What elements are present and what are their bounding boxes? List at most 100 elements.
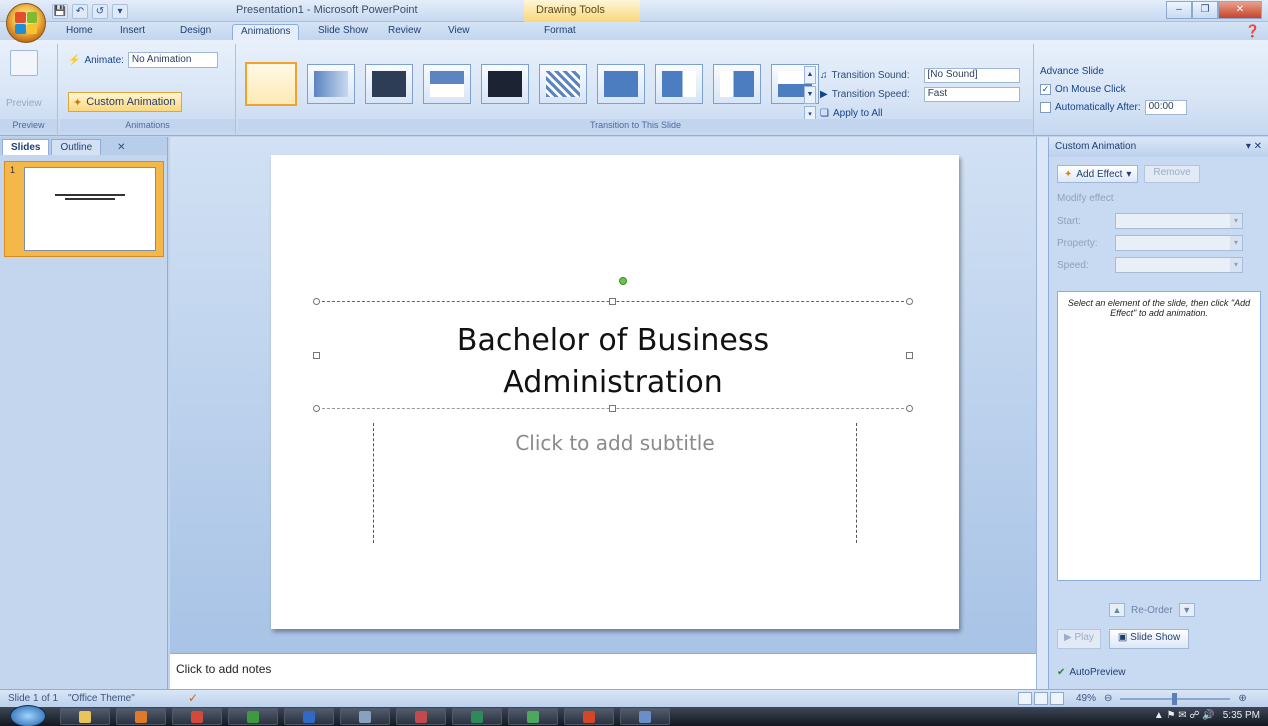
- save-icon[interactable]: 💾: [52, 4, 68, 19]
- transition-cut-thumb[interactable]: [481, 64, 529, 104]
- taskbar-app-word[interactable]: [284, 708, 334, 725]
- clock[interactable]: 5:35 PM: [1223, 710, 1260, 721]
- taskbar-app-excel[interactable]: [452, 708, 502, 725]
- ribbon: Preview Preview ⚡ Animate: No Animation …: [0, 40, 1268, 136]
- start-dropdown[interactable]: [1115, 213, 1243, 229]
- help-icon[interactable]: ❓: [1245, 24, 1260, 38]
- tab-design[interactable]: Design: [172, 24, 219, 40]
- start-button[interactable]: [10, 705, 46, 726]
- tab-animations[interactable]: Animations: [232, 24, 300, 40]
- transition-none-thumb[interactable]: [245, 62, 297, 106]
- transition-sound-dropdown[interactable]: [No Sound]: [923, 67, 1020, 83]
- slide-show-button[interactable]: ▣ Slide Show: [1108, 629, 1190, 649]
- taskbar-app-tool[interactable]: [340, 708, 390, 725]
- resize-handle[interactable]: [609, 298, 616, 305]
- subtitle-placeholder-text[interactable]: Click to add subtitle: [374, 431, 856, 455]
- resize-handle[interactable]: [313, 405, 320, 412]
- undo-icon[interactable]: ↶: [72, 4, 88, 19]
- add-effect-button[interactable]: ✦ Add Effect ▾: [1057, 165, 1139, 183]
- transition-push-down-thumb[interactable]: [597, 64, 645, 104]
- office-button[interactable]: [6, 3, 46, 43]
- transition-dark-thumb[interactable]: [365, 64, 413, 104]
- remove-effect-button[interactable]: Remove: [1144, 165, 1200, 183]
- on-mouse-click-checkbox[interactable]: ✓: [1040, 83, 1051, 95]
- taskbar-app-browser[interactable]: [172, 708, 222, 725]
- transition-push-right-thumb[interactable]: [713, 64, 761, 104]
- gallery-down-icon[interactable]: ▼: [804, 86, 816, 104]
- taskbar-app-powerpoint[interactable]: [564, 708, 614, 725]
- taskbar-app-window[interactable]: [620, 708, 670, 725]
- task-pane-close-icon[interactable]: ▾ ✕: [1246, 141, 1262, 153]
- slide-thumbnail-row[interactable]: 1: [0, 159, 168, 257]
- taskbar-app-chrome[interactable]: [228, 708, 278, 725]
- animation-list[interactable]: Select an element of the slide, then cli…: [1057, 291, 1261, 581]
- vertical-scrollbar[interactable]: [1036, 137, 1048, 689]
- normal-view-icon[interactable]: [1018, 692, 1032, 705]
- transition-speed-label: Transition Speed:: [831, 88, 910, 100]
- minimize-button[interactable]: –: [1166, 1, 1192, 19]
- tab-review[interactable]: Review: [380, 24, 429, 40]
- subtitle-placeholder[interactable]: Click to add subtitle: [373, 423, 857, 543]
- rotation-handle[interactable]: [619, 277, 627, 285]
- tab-outline[interactable]: Outline: [51, 139, 102, 155]
- transition-dissolve-thumb[interactable]: [539, 64, 587, 104]
- tray-icons[interactable]: ▲ ⚑ ✉ ☍ 🔊: [1154, 710, 1215, 721]
- slide-workspace: Bachelor of Business Administration Click…: [170, 137, 1036, 653]
- slide-show-view-icon[interactable]: [1050, 692, 1064, 705]
- taskbar-app-paint[interactable]: [396, 708, 446, 725]
- tab-view[interactable]: View: [440, 24, 478, 40]
- gallery-up-icon[interactable]: ▲: [804, 66, 816, 84]
- spell-check-icon[interactable]: ✓: [188, 691, 198, 705]
- title-placeholder[interactable]: Bachelor of Business Administration: [313, 298, 913, 412]
- auto-advance-checkbox[interactable]: [1040, 101, 1051, 113]
- zoom-slider-thumb[interactable]: [1172, 692, 1178, 705]
- apply-all-icon: ❏: [820, 107, 829, 119]
- slide-title[interactable]: Bachelor of Business Administration: [317, 320, 909, 404]
- resize-handle[interactable]: [906, 298, 913, 305]
- custom-animation-button[interactable]: ✦ Custom Animation: [68, 92, 183, 112]
- transition-push-left-thumb[interactable]: [655, 64, 703, 104]
- speed-dropdown[interactable]: [1115, 257, 1243, 273]
- chevron-down-icon: ▾: [1126, 168, 1132, 180]
- pane-close-icon[interactable]: ✕: [117, 142, 125, 155]
- taskbar-app-media[interactable]: [116, 708, 166, 725]
- zoom-in-icon[interactable]: ⊕: [1238, 693, 1246, 704]
- move-down-icon[interactable]: ▼: [1178, 603, 1195, 617]
- tab-format[interactable]: Format: [536, 24, 584, 40]
- move-up-icon[interactable]: ▲: [1109, 603, 1125, 617]
- zoom-slider[interactable]: [1120, 692, 1231, 705]
- tab-home[interactable]: Home: [58, 24, 101, 40]
- slide-canvas[interactable]: Bachelor of Business Administration Click…: [271, 155, 959, 629]
- transition-group: ▲ ▼ ▾ ♫ Transition Sound: [No Sound] ▶ T…: [238, 44, 1034, 134]
- office-logo-icon: [15, 12, 37, 34]
- zoom-level[interactable]: 49%: [1076, 693, 1096, 704]
- auto-advance-time[interactable]: 00:00: [1144, 99, 1187, 115]
- restore-button[interactable]: ❐: [1192, 1, 1218, 19]
- resize-handle[interactable]: [906, 405, 913, 412]
- customize-qat-icon[interactable]: ▾: [112, 4, 128, 19]
- property-dropdown[interactable]: [1115, 235, 1243, 251]
- resize-handle[interactable]: [313, 298, 320, 305]
- tab-slide-show[interactable]: Slide Show: [310, 24, 376, 40]
- tab-slides[interactable]: Slides: [2, 139, 50, 155]
- transition-fade-thumb[interactable]: [307, 64, 355, 104]
- slide-sorter-icon[interactable]: [1034, 692, 1048, 705]
- taskbar-app-presentation[interactable]: [508, 708, 558, 725]
- preview-button-label[interactable]: Preview: [6, 98, 42, 109]
- transition-wipe-thumb[interactable]: [423, 64, 471, 104]
- notes-pane[interactable]: Click to add notes: [170, 653, 1036, 689]
- slide-thumbnail[interactable]: [24, 167, 156, 251]
- apply-to-all-button[interactable]: Apply to All: [833, 108, 882, 119]
- autopreview-row[interactable]: ✔ AutoPreview: [1057, 667, 1126, 678]
- redo-icon[interactable]: ↺: [92, 4, 108, 19]
- animate-dropdown[interactable]: No Animation: [127, 52, 218, 68]
- tab-insert[interactable]: Insert: [112, 24, 153, 40]
- taskbar-app-explorer[interactable]: [60, 708, 110, 725]
- transition-speed-dropdown[interactable]: Fast: [923, 86, 1020, 102]
- resize-handle[interactable]: [609, 405, 616, 412]
- close-button[interactable]: ✕: [1218, 1, 1262, 19]
- preview-icon[interactable]: [10, 50, 38, 76]
- zoom-out-icon[interactable]: ⊖: [1104, 693, 1112, 704]
- zoom-control: 49% ⊖ ⊕: [1076, 692, 1247, 705]
- play-button[interactable]: ▶ Play: [1057, 629, 1101, 649]
